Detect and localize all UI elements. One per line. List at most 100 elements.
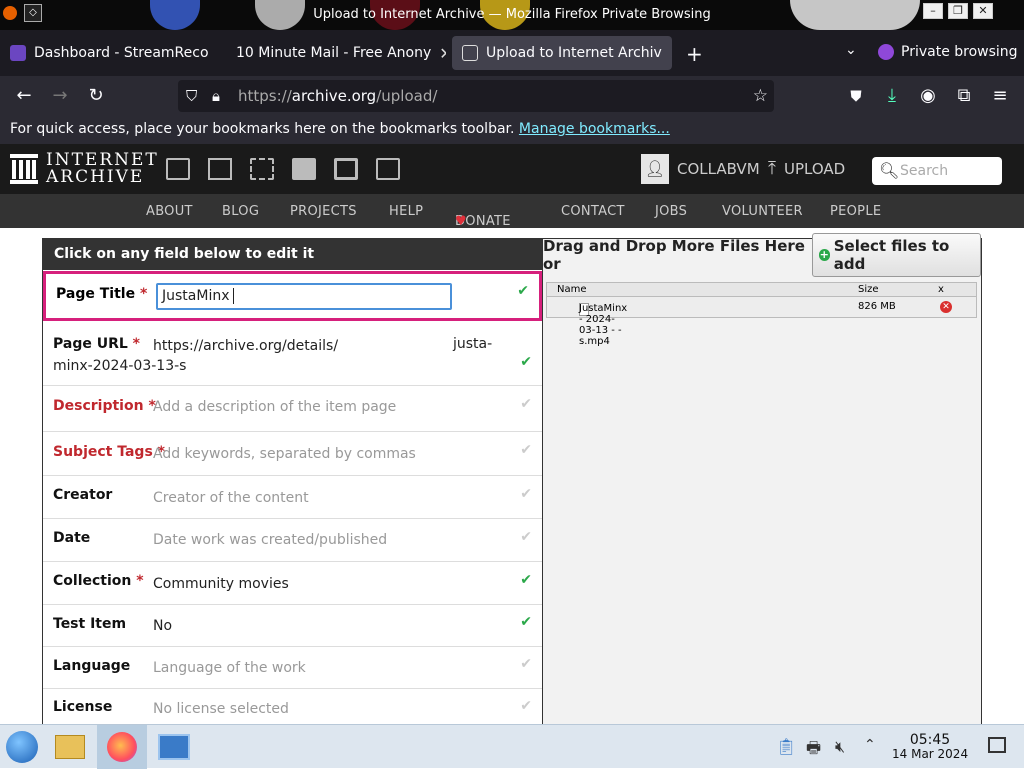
close-button[interactable]: ✕ (973, 3, 993, 19)
license-placeholder: No license selected (153, 701, 289, 717)
account-menu[interactable]: 👤︎ COLLABVM (641, 154, 760, 184)
upload-icon: ⤒ (768, 158, 776, 179)
bookmark-star-icon[interactable]: ☆ (753, 80, 768, 112)
remote-desktop-button[interactable] (156, 729, 192, 765)
logo-line-2: ARCHIVE (46, 167, 145, 187)
check-icon: ✔ (520, 572, 532, 588)
language-row[interactable]: Language Language of the work ✔ (43, 647, 542, 689)
select-files-button[interactable]: + Select files to add (811, 233, 981, 277)
ia-nav: ABOUT BLOG PROJECTS HELP DONATE ♥ CONTAC… (0, 194, 1024, 229)
lock-icon[interactable]: 🔒︎ (212, 80, 220, 112)
tray-expand-icon[interactable]: ⌃ (864, 737, 876, 753)
url-text[interactable]: https://archive.org/upload/ (238, 80, 437, 112)
nav-help[interactable]: HELP (389, 204, 423, 219)
printer-icon[interactable]: 🖶 (806, 737, 821, 764)
clock-date: 14 Mar 2024 (892, 747, 969, 761)
description-row[interactable]: Description * Add a description of the i… (43, 386, 542, 432)
list-all-tabs-icon[interactable]: ⌄ (845, 42, 857, 58)
nav-contact[interactable]: CONTACT (561, 204, 625, 219)
reload-icon[interactable]: ↻ (84, 84, 108, 108)
start-button[interactable] (4, 729, 40, 765)
tab-10-minute-mail[interactable]: 10 Minute Mail - Free Anony ✕ (226, 36, 446, 70)
archive-building-icon (10, 154, 38, 184)
column-remove: x (938, 284, 944, 295)
description-label: Description * (53, 398, 156, 414)
nav-blog[interactable]: BLOG (222, 204, 259, 219)
page-title-row[interactable]: Page Title * JustaMinx ✔ (43, 271, 542, 321)
date-placeholder: Date work was created/published (153, 532, 388, 548)
search-placeholder: Search (900, 163, 949, 179)
subject-tags-placeholder: Add keywords, separated by commas (153, 446, 416, 462)
search-input[interactable]: 🔍︎ Search (872, 157, 1002, 185)
nav-about[interactable]: ABOUT (146, 204, 193, 219)
tab-label: 10 Minute Mail - Free Anony (236, 45, 432, 61)
manage-bookmarks-link[interactable]: Manage bookmarks... (519, 121, 670, 137)
close-tab-icon[interactable]: ✕ (439, 44, 446, 63)
downloads-icon[interactable]: ⤓ (880, 84, 904, 108)
software-icon[interactable] (334, 158, 358, 180)
menu-icon[interactable]: ≡ (988, 84, 1012, 108)
extensions-icon[interactable]: ⧉ (952, 84, 976, 108)
table-row[interactable]: JustaMinx - 2024-03-13 - - s.mp4 826 MB … (547, 297, 976, 347)
private-browsing-icon (878, 44, 894, 60)
close-tab-icon[interactable]: ✕ (670, 44, 672, 63)
streamrecorder-icon (10, 45, 26, 61)
ia-logo[interactable]: INTERNET ARCHIVE (10, 152, 159, 186)
nav-volunteer[interactable]: VOLUNTEER (722, 204, 803, 219)
description-placeholder: Add a description of the item page (153, 399, 397, 415)
check-icon: ✔ (520, 486, 532, 502)
nav-people[interactable]: PEOPLE (830, 204, 881, 219)
taskbar: 📋︎ 🖶 🔇︎ ⌃ 05:45 14 Mar 2024 (0, 724, 1024, 769)
page-url-slug-end[interactable]: minx-2024-03-13-s (53, 358, 186, 374)
account-icon[interactable]: ◉ (916, 84, 940, 108)
shield-icon[interactable]: ⛉ (186, 80, 197, 112)
tab-upload[interactable]: Upload to Internet Archiv ✕ (452, 36, 672, 70)
file-manager-button[interactable] (52, 729, 88, 765)
user-avatar-icon: 👤︎ (641, 154, 669, 184)
close-tab-icon[interactable]: ✕ (217, 44, 218, 63)
upload-page: Click on any field below to edit it Page… (0, 228, 1024, 724)
remove-file-button[interactable]: ✕ (940, 301, 952, 313)
creator-row[interactable]: Creator Creator of the content ✔ (43, 476, 542, 519)
clipboard-icon[interactable]: 📋︎ (776, 737, 796, 756)
page-url-row[interactable]: Page URL * https://archive.org/details/ … (43, 322, 542, 386)
volume-muted-icon[interactable]: 🔇︎ (835, 737, 845, 757)
check-icon: ✔ (520, 396, 532, 412)
upload-link[interactable]: ⤒ UPLOAD (768, 158, 845, 179)
minimize-button[interactable]: – (923, 3, 943, 19)
license-row[interactable]: License No license selected ✔ (43, 689, 542, 724)
search-icon: 🔍︎ (879, 161, 900, 180)
video-icon[interactable] (250, 158, 274, 180)
pocket-icon[interactable]: ⛊ (844, 84, 868, 108)
texts-icon[interactable] (208, 158, 232, 180)
tab-dashboard[interactable]: Dashboard - StreamReco ✕ (0, 36, 218, 70)
collection-value: Community movies (153, 576, 289, 592)
check-icon: ✔ (520, 656, 532, 672)
images-icon[interactable] (376, 158, 400, 180)
show-desktop-icon[interactable] (988, 737, 1006, 753)
new-tab-button[interactable]: + (686, 42, 703, 66)
date-row[interactable]: Date Date work was created/published ✔ (43, 519, 542, 562)
check-icon: ✔ (520, 442, 532, 458)
page-title-input[interactable]: JustaMinx (156, 283, 452, 310)
collection-label: Collection * (53, 573, 144, 589)
nav-projects[interactable]: PROJECTS (290, 204, 357, 219)
test-item-row[interactable]: Test Item No ✔ (43, 605, 542, 647)
date-label: Date (53, 530, 91, 546)
forward-icon[interactable]: → (48, 84, 72, 108)
firefox-taskbar-button[interactable] (97, 725, 147, 769)
maximize-button[interactable]: ❐ (948, 3, 968, 19)
tab-bar: Dashboard - StreamReco ✕ 10 Minute Mail … (0, 30, 1024, 76)
creator-placeholder: Creator of the content (153, 490, 309, 506)
language-label: Language (53, 658, 131, 674)
nav-jobs[interactable]: JOBS (655, 204, 687, 219)
subject-tags-row[interactable]: Subject Tags * Add keywords, separated b… (43, 432, 542, 476)
archive-icon (462, 45, 478, 61)
address-bar[interactable]: ⛉ 🔒︎ https://archive.org/upload/ ☆ (178, 80, 774, 112)
back-icon[interactable]: ← (12, 84, 36, 108)
audio-icon[interactable] (292, 158, 316, 180)
web-icon[interactable] (166, 158, 190, 180)
clock[interactable]: 05:45 14 Mar 2024 (892, 733, 968, 761)
collection-row[interactable]: Collection * Community movies ✔ (43, 562, 542, 605)
page-url-slug-start[interactable]: justa- (453, 336, 492, 352)
